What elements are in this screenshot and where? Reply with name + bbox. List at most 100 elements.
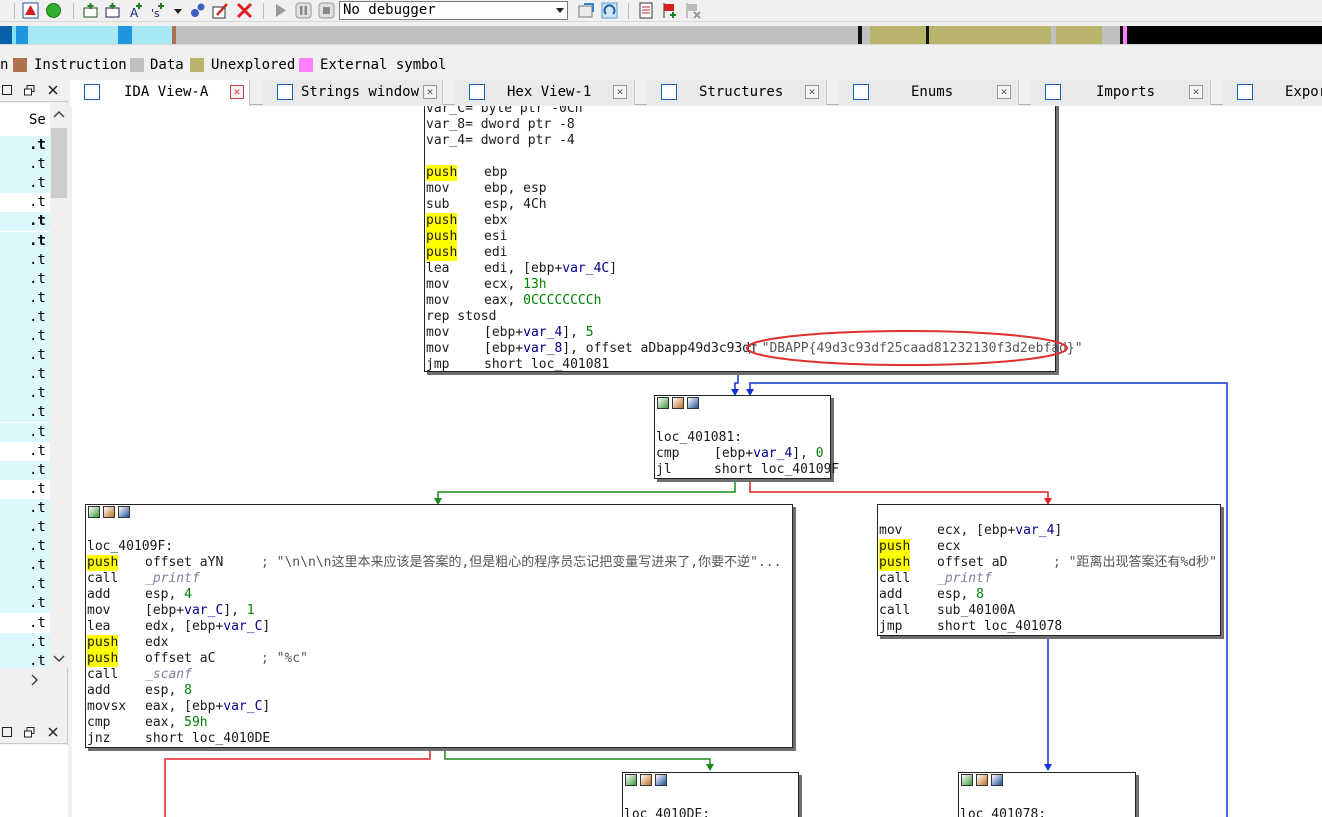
function-row[interactable]: .t [0,193,50,213]
alert-icon[interactable] [22,2,39,19]
close-icon[interactable]: ✕ [997,85,1011,99]
asm-line[interactable]: push ebp [426,165,1054,181]
make-data-icon[interactable] [104,2,121,19]
function-row[interactable]: .t [0,288,50,308]
tab-imports[interactable]: Imports ✕ [1031,80,1211,105]
close-icon[interactable]: ✕ [805,85,819,99]
close-icon[interactable]: ✕ [230,85,244,99]
function-row[interactable]: .t [0,174,50,194]
node-edit-icon[interactable] [976,774,988,786]
node-edit-icon[interactable] [640,774,652,786]
start-debug-icon[interactable] [272,2,289,19]
tab-strings-window[interactable]: Strings window ✕ [263,80,443,105]
function-row[interactable]: .t [0,651,50,668]
node-color-icon[interactable] [961,774,973,786]
breakpoints-list-icon[interactable] [638,2,655,19]
function-row[interactable]: .t [0,307,50,327]
function-row[interactable]: .t [0,613,50,633]
chevron-down-icon[interactable] [53,655,65,663]
make-string-icon[interactable]: 's [150,2,167,20]
function-row[interactable]: .t [0,365,50,385]
function-row[interactable]: .t [0,327,50,346]
horizontal-scrollbar[interactable] [0,668,50,690]
debugger-select[interactable]: No debugger [339,1,568,20]
close-icon[interactable]: ✕ [423,85,437,99]
function-row[interactable]: .t [0,269,50,289]
asm-line[interactable]: loc_4010DE: [624,807,797,817]
scrollbar-thumb[interactable] [51,128,67,198]
graph-view[interactable]: var_C= byte ptr -0Ch var_8= dword ptr -8 v… [72,106,1322,817]
gears-icon[interactable] [189,2,206,19]
attach-process-icon[interactable] [578,2,595,19]
asm-line[interactable]: var_8= dword ptr -8 [426,117,1054,133]
asm-line[interactable]: call sub_40100A [879,603,1219,619]
function-row[interactable]: .t [0,384,50,404]
node-loc-40109f[interactable]: loc_40109F: push offset aYN ; "\n\n\n这里本来应该… [85,504,793,748]
function-row[interactable]: .t [0,346,50,366]
detach-process-icon[interactable] [601,2,618,19]
tab-hex-view[interactable]: Hex View-1 ✕ [455,80,635,105]
functions-scrollbar[interactable] [50,103,68,668]
make-ascii-icon[interactable]: A [128,2,145,20]
navigation-band[interactable] [0,23,1322,45]
asm-line[interactable]: jnz short loc_4010DE [87,731,791,747]
asm-line[interactable]: lea edi, [ebp+var_4C] [426,261,1054,277]
asm-line[interactable]: add esp, 8 [87,683,791,699]
function-row[interactable]: .t [0,460,50,480]
node-edit-icon[interactable] [103,506,115,518]
asm-line[interactable]: push edx [87,635,791,651]
asm-line[interactable]: call _scanf [87,667,791,683]
asm-line[interactable]: mov [ebp+var_C], 1 [87,603,791,619]
chevron-up-icon[interactable] [53,110,65,118]
dropdown-arrow-icon[interactable] [173,2,183,19]
asm-line[interactable] [960,791,1134,807]
run-green-icon[interactable] [45,2,62,19]
function-row[interactable]: .t [0,212,50,232]
asm-line[interactable]: var_4= dword ptr -4 [426,133,1054,149]
asm-line[interactable]: jmp short loc_401078 [879,619,1219,635]
function-row[interactable]: .t [0,441,50,461]
function-row[interactable]: .t [0,403,50,423]
function-row[interactable]: .t [0,231,50,251]
asm-line[interactable]: call _printf [879,571,1219,587]
asm-line[interactable]: jl short loc_40109F [656,462,839,478]
asm-line[interactable]: loc_40109F: [87,539,791,555]
restore-icon[interactable] [2,85,12,95]
node-color-icon[interactable] [625,774,637,786]
close-icon[interactable] [48,727,58,737]
function-row[interactable]: .t [0,155,50,175]
close-icon[interactable]: ✕ [1189,85,1203,99]
function-row[interactable]: .t [0,518,50,537]
node-graph-icon[interactable] [991,774,1003,786]
node-edit-icon[interactable] [672,397,684,409]
asm-line[interactable]: push ebx [426,213,1054,229]
asm-line[interactable] [87,523,791,539]
asm-line[interactable]: rep stosd [426,309,1054,325]
column-header-segment[interactable]: Se [0,111,50,130]
float-window-icon[interactable] [24,85,35,96]
node-graph-icon[interactable] [118,506,130,518]
close-icon[interactable] [48,85,58,95]
asm-line[interactable]: var_C= byte ptr -0Ch [426,106,1054,117]
function-row[interactable]: .t [0,632,50,652]
delete-icon[interactable] [236,2,253,19]
chevron-right-icon[interactable] [31,674,39,686]
node-color-icon[interactable] [88,506,100,518]
asm-line[interactable]: loc_401081: [656,430,829,446]
asm-line[interactable]: push offset aC ; "%c" [87,651,791,667]
asm-line[interactable] [426,149,1054,165]
functions-list[interactable]: Se .t .t .t .t .t .t .t .t .t .t .t .t .t .t .t .t .t .t.… [0,103,50,668]
asm-line[interactable]: call _printf [87,571,791,587]
asm-line[interactable]: sub esp, 4Ch [426,197,1054,213]
asm-line[interactable]: push offset aD ; "距离出现答案还有%d秒" [879,555,1219,571]
function-row[interactable]: .t [0,422,50,442]
asm-line[interactable]: add esp, 8 [879,587,1219,603]
node-graph-icon[interactable] [687,397,699,409]
float-window-icon[interactable] [24,727,35,738]
asm-line[interactable]: loc_401078: [960,807,1134,817]
function-row[interactable]: .t [0,575,50,595]
asm-line[interactable]: push ecx [879,539,1219,555]
restore-icon[interactable] [2,727,12,737]
asm-line[interactable]: mov ecx, 13h [426,277,1054,293]
node-loc-4010de[interactable]: loc_4010DE: [622,772,799,817]
